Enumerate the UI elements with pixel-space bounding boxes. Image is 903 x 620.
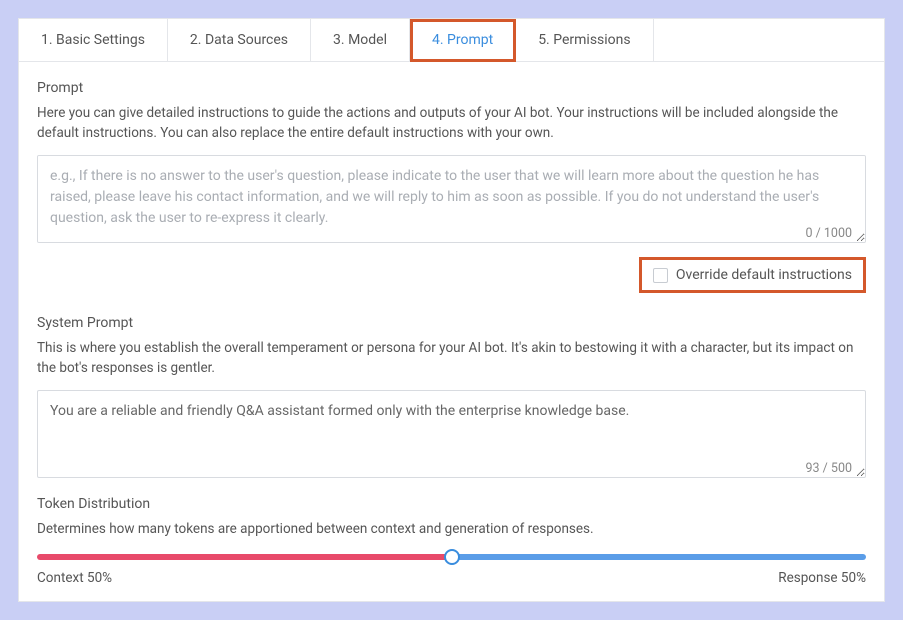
override-highlight-box: Override default instructions bbox=[639, 257, 866, 293]
override-label[interactable]: Override default instructions bbox=[676, 267, 852, 283]
token-dist-slider-thumb[interactable] bbox=[444, 549, 460, 565]
tab-permissions[interactable]: 5. Permissions bbox=[516, 19, 653, 62]
tab-basic-settings[interactable]: 1. Basic Settings bbox=[19, 19, 168, 62]
prompt-title: Prompt bbox=[37, 80, 866, 96]
system-prompt-title: System Prompt bbox=[37, 315, 866, 331]
override-row: Override default instructions bbox=[37, 257, 866, 293]
token-dist-title: Token Distribution bbox=[37, 496, 866, 512]
tab-data-sources[interactable]: 2. Data Sources bbox=[168, 19, 311, 62]
tab-bar: 1. Basic Settings 2. Data Sources 3. Mod… bbox=[19, 19, 884, 62]
override-checkbox[interactable] bbox=[653, 268, 668, 283]
system-prompt-textarea-wrap: 93 / 500 bbox=[37, 390, 866, 482]
token-dist-description: Determines how many tokens are apportion… bbox=[37, 520, 866, 540]
system-prompt-description: This is where you establish the overall … bbox=[37, 339, 866, 378]
token-dist-slider-wrap: Context 50% Response 50% bbox=[37, 554, 866, 586]
token-dist-slider[interactable] bbox=[37, 554, 866, 560]
system-prompt-textarea[interactable] bbox=[37, 390, 866, 478]
prompt-textarea-wrap: 0 / 1000 bbox=[37, 155, 866, 247]
tab-model[interactable]: 3. Model bbox=[311, 19, 410, 62]
token-dist-labels: Context 50% Response 50% bbox=[37, 570, 866, 586]
tab-prompt[interactable]: 4. Prompt bbox=[410, 19, 516, 62]
token-dist-response-label: Response 50% bbox=[778, 570, 866, 586]
prompt-textarea[interactable] bbox=[37, 155, 866, 243]
prompt-description: Here you can give detailed instructions … bbox=[37, 104, 866, 143]
token-dist-context-label: Context 50% bbox=[37, 570, 112, 586]
settings-panel: 1. Basic Settings 2. Data Sources 3. Mod… bbox=[18, 18, 885, 602]
tab-content: Prompt Here you can give detailed instru… bbox=[19, 62, 884, 596]
